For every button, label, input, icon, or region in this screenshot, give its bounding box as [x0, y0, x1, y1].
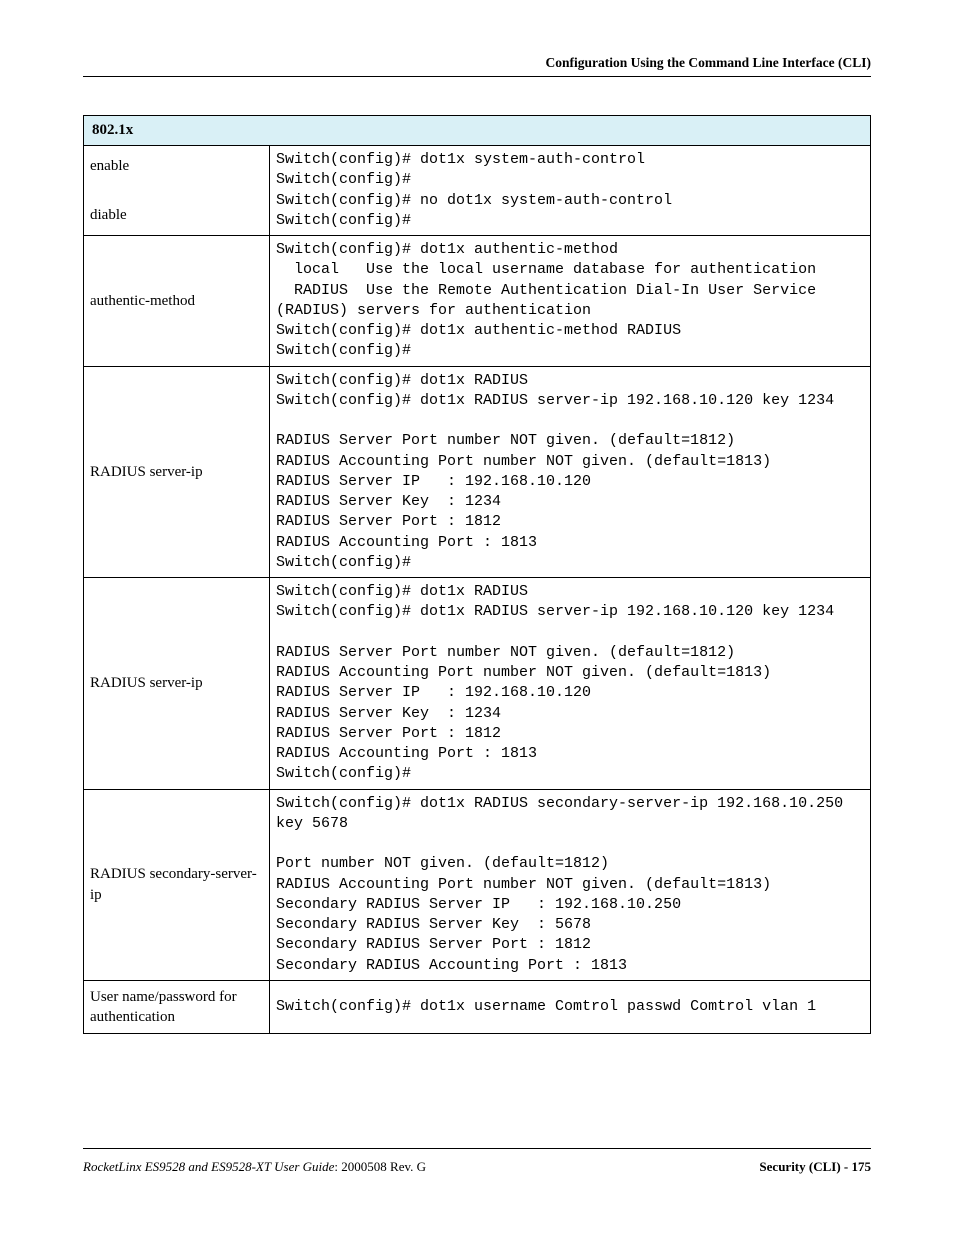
- guide-rev: : 2000508 Rev. G: [334, 1159, 426, 1174]
- row-label: authentic-method: [90, 289, 263, 313]
- table-row: authentic-method Switch(config)# dot1x au…: [84, 236, 871, 367]
- table-title: 802.1x: [84, 116, 871, 146]
- page-footer: RocketLinx ES9528 and ES9528-XT User Gui…: [83, 1148, 871, 1175]
- row-code-cell: Switch(config)# dot1x RADIUS secondary-s…: [270, 789, 871, 980]
- row-label: enable: [90, 154, 263, 178]
- table-row: User name/password for authenticationSwi…: [84, 980, 871, 1034]
- row-code-cell: Switch(config)# dot1x RADIUS Switch(conf…: [270, 578, 871, 790]
- row-label-cell: RADIUS server-ip: [84, 366, 270, 578]
- row-label: RADIUS server-ip: [90, 671, 263, 695]
- row-label-cell: User name/password for authentication: [84, 980, 270, 1034]
- footer-left: RocketLinx ES9528 and ES9528-XT User Gui…: [83, 1159, 426, 1175]
- row-code-cell: Switch(config)# dot1x authentic-method l…: [270, 236, 871, 367]
- running-header: Configuration Using the Command Line Int…: [83, 55, 871, 77]
- row-label-cell: RADIUS secondary-server-ip: [84, 789, 270, 980]
- table-row: enable diable Switch(config)# dot1x system…: [84, 146, 871, 236]
- table-row: RADIUS server-ip Switch(config)# dot1x RA…: [84, 578, 871, 790]
- row-label: diable: [90, 203, 263, 227]
- row-code-cell: Switch(config)# dot1x RADIUS Switch(conf…: [270, 366, 871, 578]
- table-row: RADIUS server-ip Switch(config)# dot1x RA…: [84, 366, 871, 578]
- footer-right: Security (CLI) - 175: [759, 1159, 871, 1175]
- config-table: 802.1x enable diable Switch(config)# dot1x…: [83, 115, 871, 1034]
- guide-title: RocketLinx ES9528 and ES9528-XT User Gui…: [83, 1159, 334, 1174]
- row-label: RADIUS server-ip: [90, 460, 263, 484]
- row-code-cell: Switch(config)# dot1x system-auth-contro…: [270, 146, 871, 236]
- row-label: User name/password for authentication: [90, 985, 263, 1030]
- row-label-cell: enable diable: [84, 146, 270, 236]
- row-label-cell: RADIUS server-ip: [84, 578, 270, 790]
- row-label-cell: authentic-method: [84, 236, 270, 367]
- row-label: RADIUS secondary-server-ip: [90, 862, 263, 907]
- table-row: RADIUS secondary-server-ipSwitch(config)…: [84, 789, 871, 980]
- row-code-cell: Switch(config)# dot1x username Comtrol p…: [270, 980, 871, 1034]
